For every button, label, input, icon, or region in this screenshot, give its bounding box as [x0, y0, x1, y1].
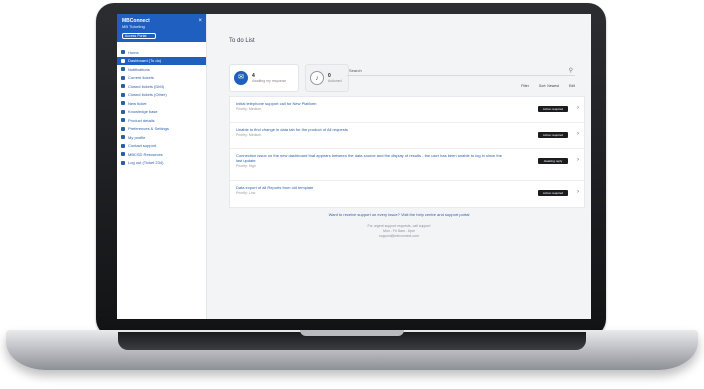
sidebar: MBConnect MB Ticketing Access Portal × H… [117, 14, 207, 319]
ticket-row[interactable]: Data export of all Reports from old temp… [230, 181, 584, 207]
sidebar-item-label: MBCSD Resources [128, 151, 163, 157]
sidebar-item-label: My profile [128, 134, 146, 140]
ticket-meta: Priority: Medium [236, 107, 262, 111]
ticket-row[interactable]: Connection issue on the new dashboard th… [230, 149, 584, 181]
sidebar-item-label: Log out (Ticket 234) [128, 160, 164, 166]
brand-subtitle: MB Ticketing [122, 24, 145, 29]
sidebar-item[interactable]: Closed tickets (DMI) [117, 82, 206, 91]
footer-line[interactable]: support@mbconnect.com [207, 234, 591, 238]
chevron-right-icon[interactable]: › [577, 105, 579, 111]
help-centre-link[interactable]: Want to receive support on every issue? … [207, 212, 591, 217]
page-title: To do List [229, 38, 255, 44]
nav-bullet-icon [121, 160, 125, 165]
sidebar-item[interactable]: New ticket [117, 99, 206, 108]
stats-row: ✉ 4 Awaiting my response ♪ 0 Actioned [229, 64, 349, 92]
status-badge: Action required [538, 190, 568, 196]
sidebar-item-label: Current tickets [128, 75, 154, 81]
nav-bullet-icon [121, 143, 125, 148]
ticket-title-link[interactable]: Connection issue on the new dashboard th… [236, 153, 506, 163]
close-icon[interactable]: × [198, 18, 202, 24]
bell-icon: ♪ [310, 71, 324, 85]
search-icon[interactable]: ⚲ [569, 67, 573, 74]
nav-bullet-icon [121, 75, 125, 80]
ticket-meta: Priority: High [236, 164, 257, 168]
sidebar-item-label: Dashboard (To do) [128, 58, 162, 64]
nav-bullet-icon [121, 58, 125, 63]
status-badge: Action required [538, 132, 568, 138]
list-toolbar: Filter Sort: Newest Edit [521, 84, 575, 88]
laptop-screen: MBConnect MB Ticketing Access Portal × H… [117, 14, 591, 319]
sidebar-item-label: Closed tickets (Other) [128, 92, 167, 98]
chevron-right-icon[interactable]: › [577, 131, 579, 137]
main-content: To do List ✉ 4 Awaiting my response ♪ 0 … [207, 14, 591, 319]
stat-label: Awaiting my response [252, 79, 287, 83]
sidebar-item[interactable]: Dashboard (To do) [117, 56, 206, 65]
sidebar-item-label: Home [128, 49, 139, 55]
sidebar-item[interactable]: Contact support [117, 142, 206, 151]
sidebar-item[interactable]: Knowledge base [117, 108, 206, 117]
edit-button[interactable]: Edit [569, 84, 575, 88]
stat-label: Actioned [328, 79, 342, 83]
sidebar-item[interactable]: Current tickets [117, 74, 206, 83]
nav-bullet-icon [121, 126, 125, 131]
nav-bullet-icon [121, 118, 125, 123]
sidebar-item-label: Contact support [128, 143, 157, 149]
ticket-list: Initial telephone support call for New P… [229, 96, 585, 208]
nav-bullet-icon [121, 135, 125, 140]
sidebar-item-label: Product details [128, 117, 155, 123]
access-portal-button[interactable]: Access Portal [122, 33, 156, 39]
sidebar-item-label: Preferences & Settings [128, 126, 169, 132]
sidebar-item[interactable]: Notifications [117, 65, 206, 74]
nav-bullet-icon [121, 84, 125, 89]
nav-bullet-icon [121, 109, 125, 114]
ticket-row[interactable]: Unable to find change in data tab for th… [230, 123, 584, 149]
ticket-row[interactable]: Initial telephone support call for New P… [230, 97, 584, 123]
nav-bullet-icon [121, 92, 125, 97]
sidebar-item[interactable]: Preferences & Settings [117, 125, 206, 134]
footer-line: For urgent support requests, call suppor… [367, 224, 431, 228]
search-placeholder: Search [349, 68, 362, 73]
laptop-scene: MBConnect MB Ticketing Access Portal × H… [0, 0, 704, 389]
ticket-title-link[interactable]: Data export of all Reports from old temp… [236, 185, 506, 190]
sidebar-nav: Home Dashboard (To do) Notifications Curren… [117, 48, 206, 167]
sidebar-item-label: Knowledge base [128, 109, 158, 115]
sidebar-item-label: Closed tickets (DMI) [128, 83, 165, 89]
laptop-notch [300, 330, 404, 336]
sidebar-item[interactable]: Home [117, 48, 206, 57]
nav-bullet-icon [121, 152, 125, 157]
sidebar-item-label: New ticket [128, 100, 147, 106]
ticket-title-link[interactable]: Initial telephone support call for New P… [236, 101, 506, 106]
ticket-meta: Priority: Low [236, 191, 256, 195]
stat-awaiting[interactable]: ✉ 4 Awaiting my response [229, 64, 299, 92]
ticket-meta: Priority: Medium [236, 133, 262, 137]
nav-bullet-icon [121, 67, 125, 72]
inbox-icon: ✉ [234, 71, 248, 85]
filter-button[interactable]: Filter [521, 84, 529, 88]
ticket-title-link[interactable]: Unable to find change in data tab for th… [236, 127, 506, 132]
nav-bullet-icon [121, 50, 125, 55]
chevron-right-icon[interactable]: › [577, 157, 579, 163]
sidebar-item[interactable]: My profile [117, 133, 206, 142]
sort-dropdown[interactable]: Sort: Newest [539, 84, 559, 88]
status-badge: Action required [538, 106, 568, 112]
sidebar-item[interactable]: Closed tickets (Other) [117, 91, 206, 100]
sidebar-item[interactable]: Product details [117, 116, 206, 125]
sidebar-item[interactable]: Log out (Ticket 234) [117, 159, 206, 168]
footer-line: Mon - Fri 8am - 6pm [383, 229, 415, 233]
stat-actioned[interactable]: ♪ 0 Actioned [305, 64, 349, 92]
sidebar-item-label: Notifications [128, 66, 150, 72]
status-badge: Awaiting reply [538, 158, 568, 164]
brand-header: MBConnect MB Ticketing Access Portal × [117, 14, 206, 42]
nav-bullet-icon [121, 101, 125, 106]
search-input[interactable]: Search ⚲ [347, 66, 575, 76]
chevron-right-icon[interactable]: › [577, 189, 579, 195]
sidebar-item[interactable]: MBCSD Resources [117, 150, 206, 159]
